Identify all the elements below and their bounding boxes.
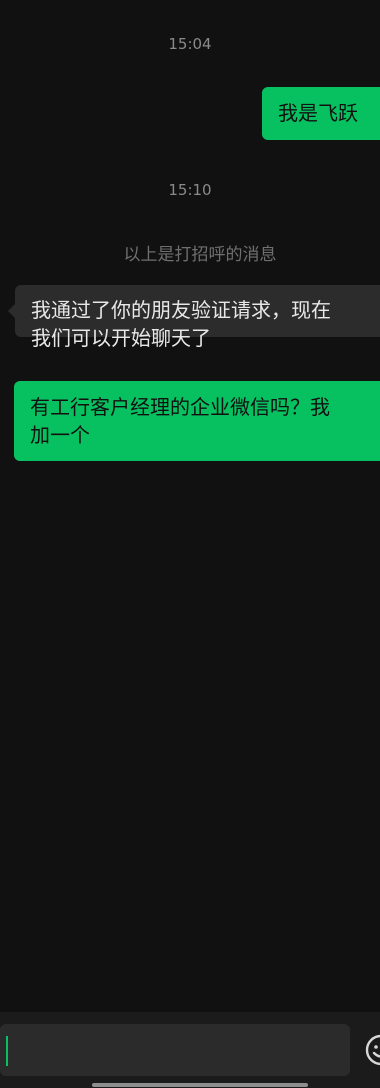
- system-note: 以上是打招呼的消息: [123, 245, 277, 265]
- message-text-line: 我们可以开始聊天了: [31, 326, 211, 350]
- outgoing-message-bubble[interactable]: 有工行客户经理的企业微信吗？我 加一个: [14, 381, 380, 461]
- message-text-line: 加一个: [30, 423, 90, 447]
- emoji-button[interactable]: [364, 1032, 380, 1068]
- message-text-line: 我通过了你的朋友验证请求，现在: [31, 298, 331, 322]
- outgoing-message-bubble[interactable]: 我是飞跃: [262, 87, 380, 140]
- text-caret: [6, 1036, 8, 1066]
- incoming-message-bubble[interactable]: 我通过了你的朋友验证请求，现在 我们可以开始聊天了: [15, 285, 380, 350]
- home-indicator: [92, 1083, 308, 1087]
- bubble-tail: [8, 304, 15, 318]
- message-text-line: 有工行客户经理的企业微信吗？我: [30, 395, 330, 419]
- message-timestamp: 15:04: [168, 35, 212, 53]
- message-timestamp: 15:10: [168, 181, 212, 199]
- message-input[interactable]: [0, 1024, 350, 1076]
- chat-input-bar: [0, 1012, 380, 1088]
- emoji-icon: [365, 1034, 380, 1066]
- chat-message-list[interactable]: 15:04 我是飞跃 15:10 以上是打招呼的消息 我通过了你的朋友验证请求，…: [0, 0, 380, 1012]
- message-text: 我是飞跃: [278, 101, 358, 125]
